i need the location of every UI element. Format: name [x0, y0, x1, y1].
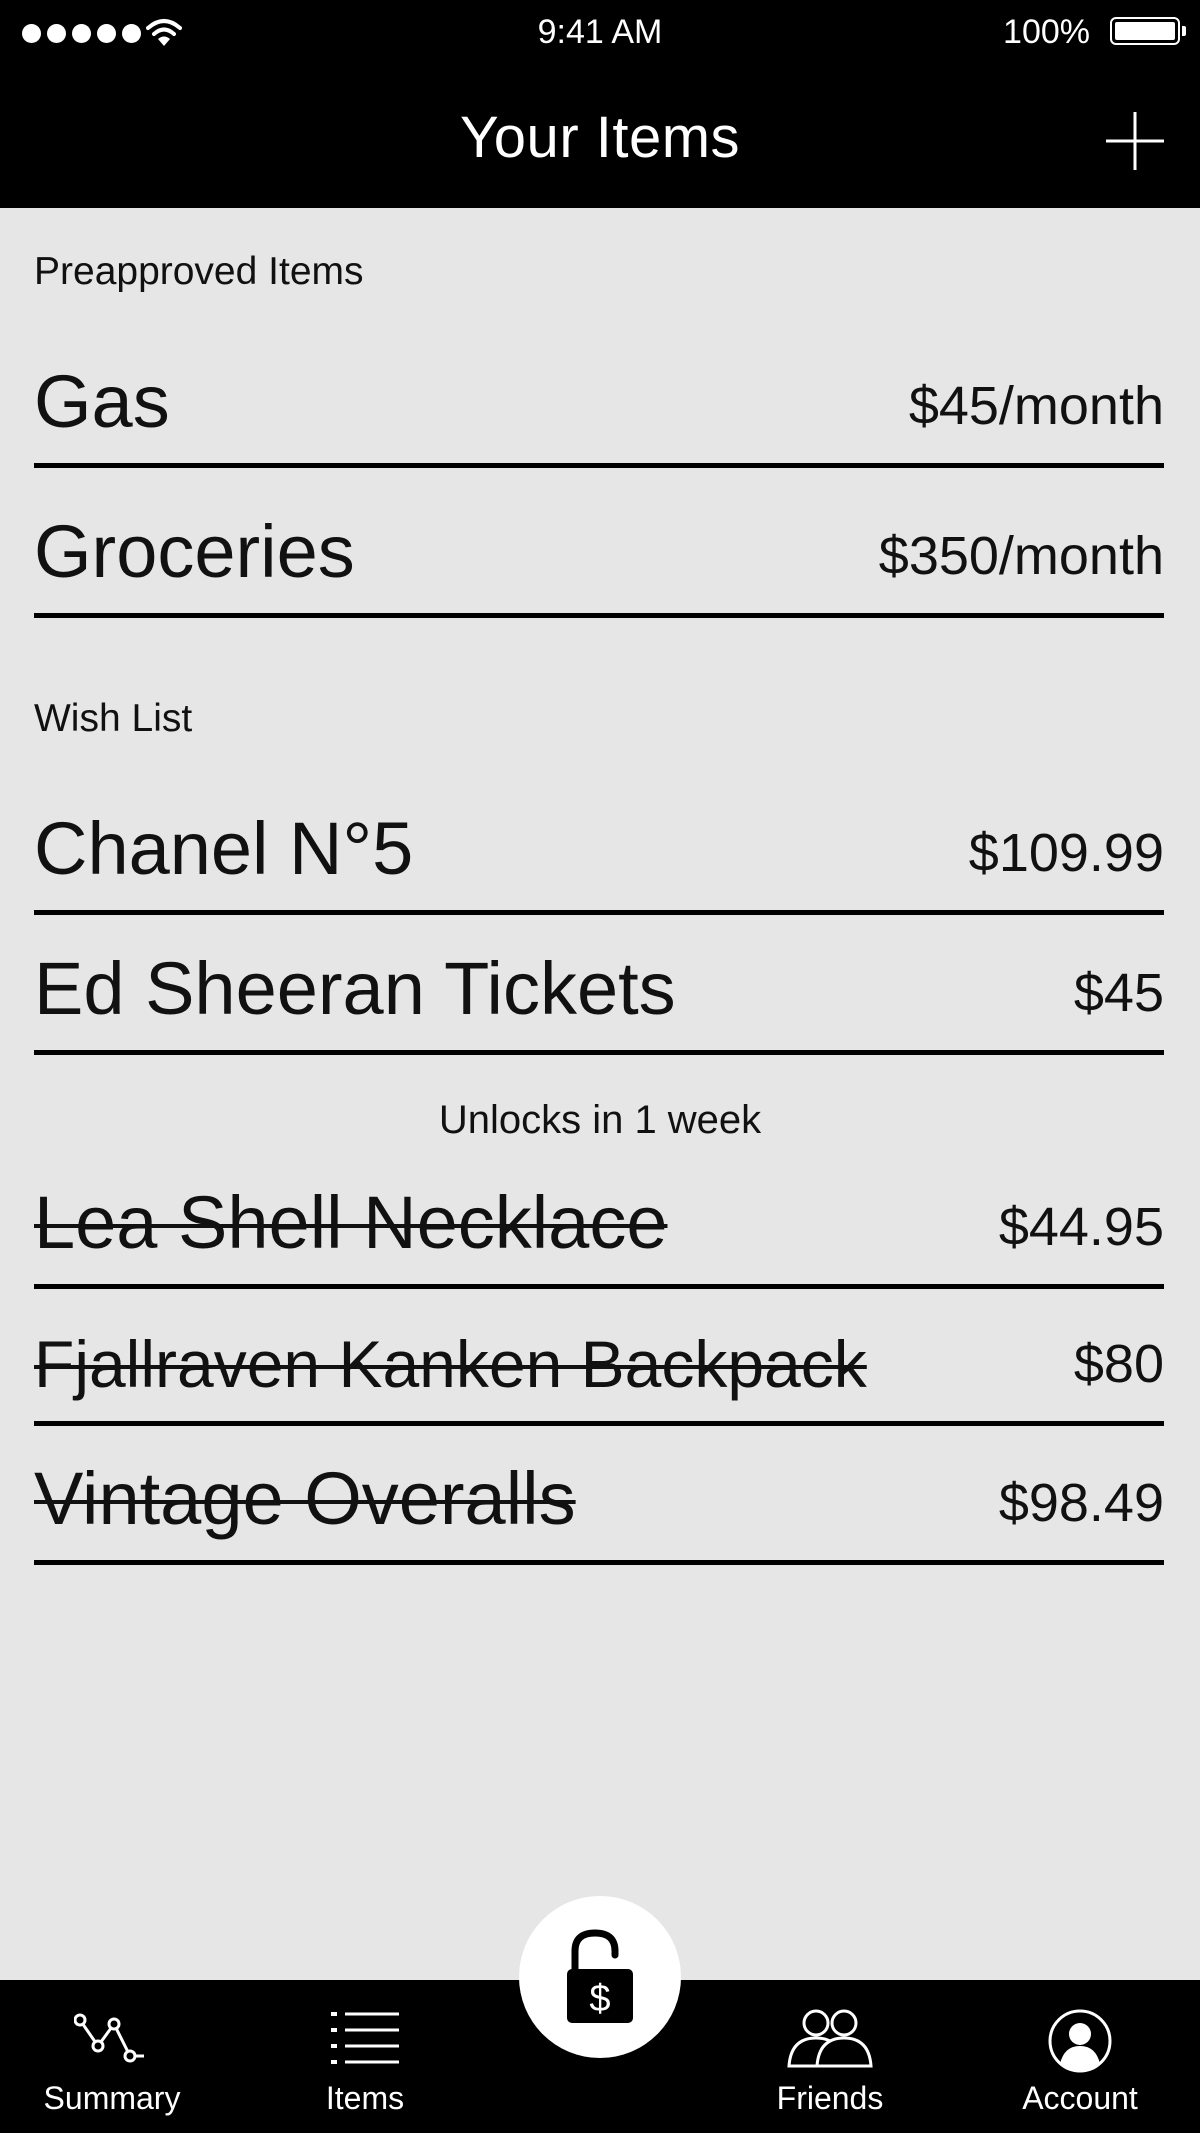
item-name: Groceries: [34, 510, 355, 593]
svg-text:$: $: [589, 1978, 610, 2020]
list-item-chanel[interactable]: Chanel N°5 $109.99: [34, 795, 1164, 915]
list-item-vintage-overalls[interactable]: Vintage Overalls $98.49: [34, 1450, 1164, 1565]
tab-label: Friends: [776, 2080, 884, 2116]
tab-friends[interactable]: Friends: [755, 1980, 905, 2133]
unlock-button[interactable]: $: [519, 1896, 681, 2058]
plus-icon[interactable]: [1104, 110, 1166, 172]
unlocked-padlock-dollar-icon: $: [567, 1929, 633, 2023]
tab-label: Summary: [43, 2080, 181, 2116]
tab-items[interactable]: Items: [290, 1980, 440, 2133]
list-item-ed-sheeran-tickets[interactable]: Ed Sheeran Tickets $45: [34, 940, 1164, 1055]
battery-icon: [1110, 17, 1186, 45]
item-name: Gas: [34, 360, 170, 443]
item-price: $45/month: [908, 376, 1164, 436]
list-item-groceries[interactable]: Groceries $350/month: [34, 500, 1164, 618]
page-title: Your Items: [459, 105, 741, 170]
list-item-lea-shell-necklace[interactable]: Lea Shell Necklace $44.95: [34, 1175, 1164, 1289]
item-name: Chanel N°5: [34, 807, 414, 890]
chart-line-icon: [74, 2013, 144, 2063]
item-price: $44.95: [998, 1197, 1164, 1257]
tab-summary[interactable]: Summary: [22, 1980, 202, 2133]
tab-label: Account: [1022, 2080, 1138, 2116]
item-price: $45: [1073, 963, 1164, 1023]
item-name: Lea Shell Necklace: [34, 1181, 668, 1264]
list-item-gas[interactable]: Gas $45/month: [34, 350, 1164, 468]
list-icon: [331, 2012, 399, 2064]
item-price: $350/month: [878, 526, 1164, 586]
status-bar: 9:41 AM 100%: [0, 0, 1200, 66]
header-bar: Your Items: [0, 66, 1200, 208]
account-icon: [1048, 2009, 1112, 2073]
friends-icon: [787, 2009, 873, 2068]
wishlist-section-label: Wish List: [34, 697, 193, 740]
tab-label: Items: [325, 2080, 405, 2116]
item-name: Fjallraven Kanken Backpack: [34, 1327, 867, 1401]
item-price: $80: [1073, 1334, 1164, 1394]
preapproved-section-label: Preapproved Items: [34, 250, 364, 293]
unlock-note: Unlocks in 1 week: [438, 1098, 762, 1142]
battery-percent: 100%: [1003, 13, 1090, 51]
item-price: $98.49: [998, 1473, 1164, 1533]
item-name: Vintage Overalls: [34, 1457, 576, 1540]
list-item-kanken-backpack[interactable]: Fjallraven Kanken Backpack $80: [34, 1312, 1164, 1426]
item-price: $109.99: [968, 823, 1164, 883]
tab-account[interactable]: Account: [1000, 1980, 1160, 2133]
item-name: Ed Sheeran Tickets: [34, 947, 676, 1030]
